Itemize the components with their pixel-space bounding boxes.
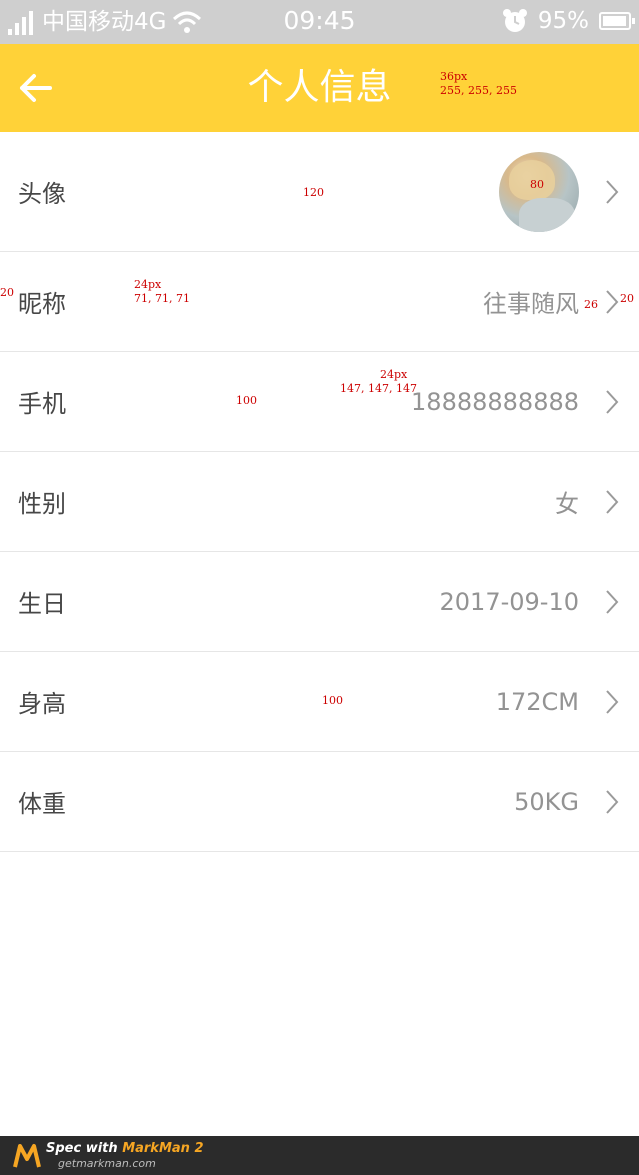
battery-icon (599, 12, 635, 30)
row-value: 18888888888 (411, 387, 579, 416)
spec-right-margin: 20 (620, 292, 634, 305)
row-nickname[interactable]: 昵称 往事随风 20 20 26 24px 71, 71, 71 (0, 252, 639, 352)
status-bar: 中国移动4G 09:45 95% (0, 0, 639, 44)
spec-row-height: 120 (303, 186, 324, 199)
alarm-icon (502, 9, 527, 32)
page-title: 个人信息 (247, 67, 392, 108)
row-height[interactable]: 身高 172CM 100 (0, 652, 639, 752)
row-value: 50KG (514, 787, 579, 816)
row-label: 昵称 (18, 290, 66, 318)
title-spec-size: 36px (440, 70, 468, 83)
chevron-right-icon (606, 689, 619, 714)
battery-percent: 95% (537, 8, 589, 34)
spec-row-height: 100 (236, 394, 257, 407)
spec-left-margin: 20 (0, 286, 14, 299)
value-spec-size: 24px (380, 368, 408, 381)
row-label: 体重 (18, 790, 66, 818)
footer-url[interactable]: getmarkman.com (58, 1157, 156, 1170)
label-spec-color: 71, 71, 71 (134, 292, 190, 305)
row-value: 172CM (495, 687, 579, 716)
row-phone[interactable]: 手机 18888888888 100 24px 147, 147, 147 (0, 352, 639, 452)
chevron-right-icon (606, 389, 619, 414)
chevron-right-icon (606, 289, 619, 314)
spec-chevron-gap: 26 (584, 298, 598, 311)
row-value: 女 (555, 490, 579, 518)
value-spec-color: 147, 147, 147 (340, 382, 417, 395)
title-spec-annotation: 36px 255, 255, 255 (440, 70, 517, 98)
row-value: 往事随风 (483, 290, 579, 318)
row-weight[interactable]: 体重 50KG (0, 752, 639, 852)
spec-row-height: 100 (322, 694, 343, 707)
avatar[interactable] (499, 152, 579, 232)
nav-header: 个人信息 36px 255, 255, 255 (0, 44, 639, 132)
row-birthday[interactable]: 生日 2017-09-10 (0, 552, 639, 652)
row-gender[interactable]: 性别 女 (0, 452, 639, 552)
label-spec-annotation: 24px 71, 71, 71 (134, 278, 190, 306)
value-spec-annotation: 24px 147, 147, 147 (340, 368, 417, 396)
row-value: 2017-09-10 (439, 587, 579, 616)
chevron-right-icon (606, 789, 619, 814)
footer-line1: Spec with MarkMan 2 (46, 1141, 204, 1156)
profile-list: 头像 120 80 昵称 往事随风 20 20 26 24px 71, 71, … (0, 132, 639, 852)
footer-prefix: Spec with (46, 1141, 123, 1156)
row-label: 性别 (18, 490, 66, 518)
footer-brand: MarkMan 2 (122, 1141, 204, 1156)
row-label: 手机 (18, 390, 66, 418)
markman-logo-icon (13, 1144, 41, 1168)
row-avatar[interactable]: 头像 120 80 (0, 132, 639, 252)
row-label: 生日 (18, 590, 66, 618)
chevron-right-icon (606, 589, 619, 614)
label-spec-size: 24px (134, 278, 162, 291)
title-spec-color: 255, 255, 255 (440, 84, 517, 97)
chevron-right-icon (606, 179, 619, 204)
row-label: 身高 (18, 690, 66, 718)
markman-footer: Spec with MarkMan 2 getmarkman.com (0, 1136, 639, 1175)
spec-avatar-width: 80 (530, 178, 544, 191)
row-label: 头像 (18, 180, 66, 208)
chevron-right-icon (606, 489, 619, 514)
